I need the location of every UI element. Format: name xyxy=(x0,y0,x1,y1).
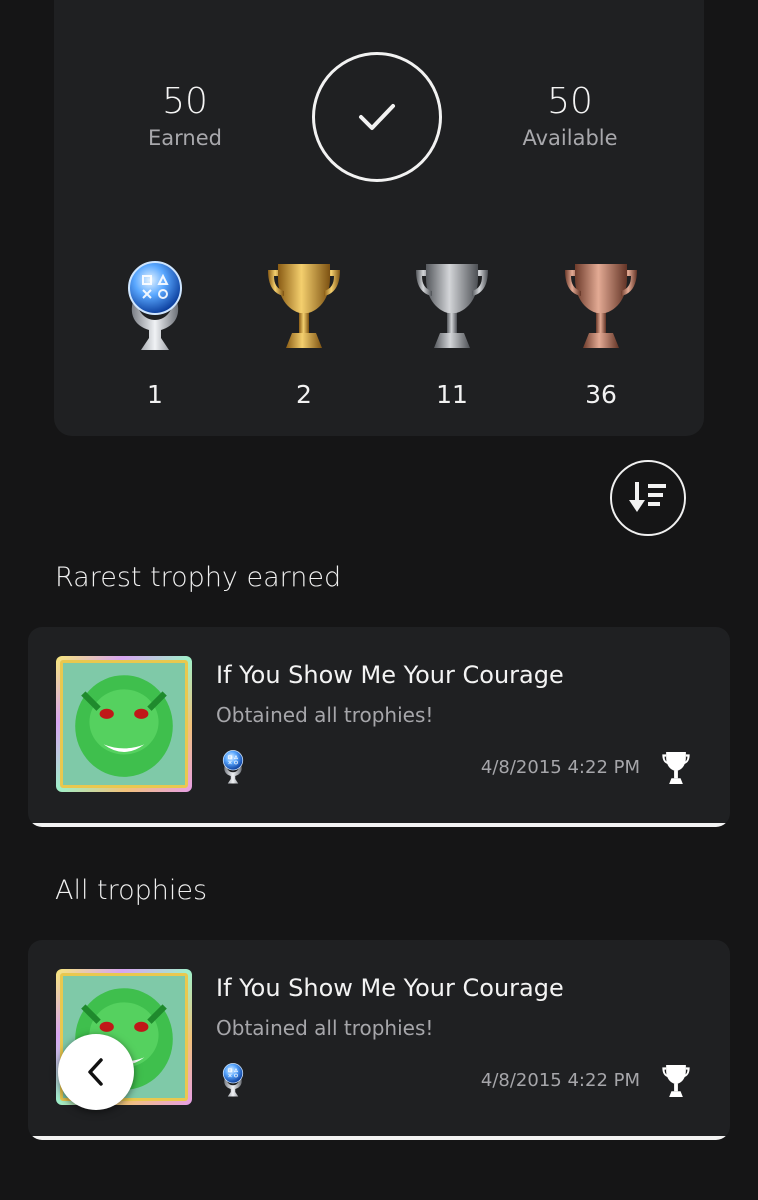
date-text: 4/8/2015 xyxy=(480,1070,562,1091)
trophy-earned-date: 4/8/2015 4:22 PM xyxy=(481,1070,640,1091)
platinum-grade-icon xyxy=(218,745,248,789)
trophy-description: Obtained all trophies! xyxy=(216,703,434,727)
earned-count: 50 xyxy=(162,81,208,122)
silver-trophy-icon xyxy=(412,256,492,356)
trophy-icon xyxy=(658,749,694,787)
silver-column: 11 xyxy=(392,256,512,409)
rarest-trophy-card[interactable]: If You Show Me Your Courage Obtained all… xyxy=(28,627,730,827)
trophy-thumbnail xyxy=(56,656,192,792)
earned-label: Earned xyxy=(148,126,222,150)
all-trophies-section-title: All trophies xyxy=(55,875,208,906)
trophy-icon xyxy=(658,1062,694,1100)
date-text: 4/8/2015 xyxy=(480,757,562,778)
time-text: 4:22 PM xyxy=(567,757,640,778)
gold-trophy-icon xyxy=(264,256,344,356)
trophy-title: If You Show Me Your Courage xyxy=(216,661,564,689)
card-underline xyxy=(28,823,730,827)
trophy-description: Obtained all trophies! xyxy=(216,1016,434,1040)
available-stat: 50 Available xyxy=(480,80,660,150)
available-label: Available xyxy=(522,126,618,150)
sort-button[interactable] xyxy=(610,460,686,536)
bronze-column: 36 xyxy=(541,256,661,409)
gold-count: 2 xyxy=(296,380,312,409)
available-count: 50 xyxy=(547,81,593,122)
chevron-left-icon xyxy=(88,1058,103,1086)
bronze-trophy-icon xyxy=(561,256,641,356)
platinum-grade-icon xyxy=(218,1058,248,1102)
trophy-title: If You Show Me Your Courage xyxy=(216,974,564,1002)
sort-icon xyxy=(629,482,666,512)
platinum-trophy-icon xyxy=(115,256,195,356)
bronze-count: 36 xyxy=(585,380,617,409)
trophy-list-item[interactable]: If You Show Me Your Courage Obtained all… xyxy=(28,940,730,1140)
card-underline xyxy=(28,1136,730,1140)
silver-count: 11 xyxy=(436,380,468,409)
time-text: 4:22 PM xyxy=(567,1070,640,1091)
trophy-earned-date: 4/8/2015 4:22 PM xyxy=(481,757,640,778)
earned-stat: 50 Earned xyxy=(95,80,275,150)
gold-column: 2 xyxy=(244,256,364,409)
rarest-section-title: Rarest trophy earned xyxy=(55,562,342,593)
platinum-count: 1 xyxy=(147,380,163,409)
platinum-column: 1 xyxy=(95,256,215,409)
completion-badge xyxy=(312,52,442,182)
check-icon xyxy=(359,104,395,130)
trophy-summary-card: 50 Earned 50 Available 1 2 11 36 xyxy=(54,0,704,436)
back-button[interactable] xyxy=(58,1034,134,1110)
